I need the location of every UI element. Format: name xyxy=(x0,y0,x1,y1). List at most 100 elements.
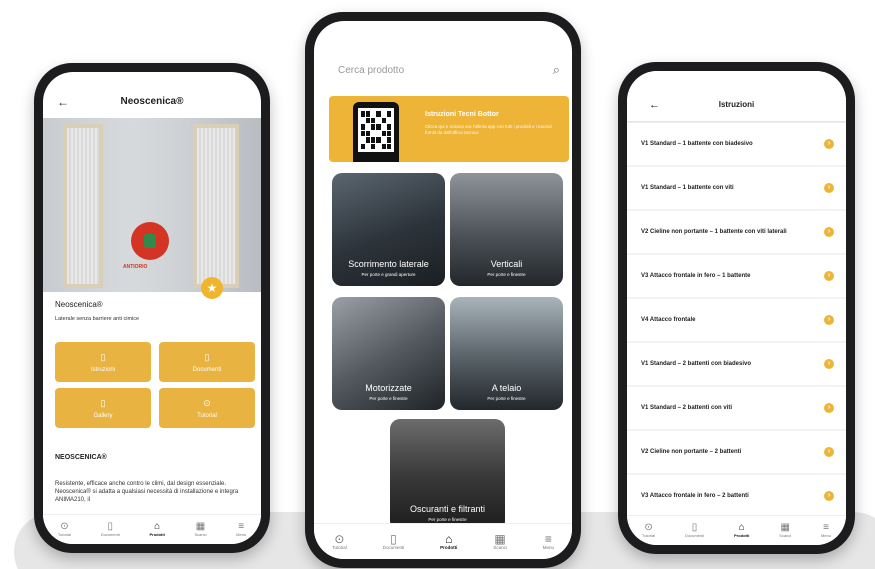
star-icon[interactable]: ★ xyxy=(201,277,223,299)
document-icon: ▯ xyxy=(107,521,113,532)
list-item-label: V4 Attacco frontale xyxy=(641,317,696,323)
plus-icon[interactable]: › xyxy=(824,271,834,281)
tab-menu[interactable]: ≡ Menu xyxy=(821,522,832,539)
section-body: Resistente, efficace anche contro le cli… xyxy=(55,481,239,503)
search-input[interactable]: Cerca prodotto xyxy=(338,65,404,76)
plus-icon[interactable]: › xyxy=(824,315,834,325)
promo-title: Istruzioni Tecni Bottor xyxy=(425,111,499,118)
tab-label: Tutorial xyxy=(641,533,656,538)
category-verticali[interactable]: Verticali Per porte e finestre xyxy=(450,173,563,286)
product-name: Neoscenica® xyxy=(55,300,103,309)
plus-icon[interactable]: › xyxy=(824,359,834,369)
tab-scanci[interactable]: ▦ Scanci xyxy=(779,522,791,539)
search-icon[interactable]: ⌕ xyxy=(553,62,560,78)
home-icon: ⌂ xyxy=(445,532,453,546)
door-frame-left xyxy=(63,124,103,288)
tab-label: Documenti xyxy=(100,532,120,537)
tab-label: Prodotti xyxy=(149,532,165,537)
instructions-list: V1 Standard – 1 battente con biadesivo › … xyxy=(627,123,846,519)
category-title: Scorrimento laterale xyxy=(348,259,429,269)
tile-label: Tutorial xyxy=(197,412,217,419)
list-item[interactable]: V1 Standard – 1 battente con viti › xyxy=(627,167,846,209)
tab-tutorial[interactable]: ⊙ Tutorial xyxy=(332,533,347,550)
list-item-label: V3 Attacco frontale in fero – 1 battente xyxy=(641,273,751,279)
menu-icon: ≡ xyxy=(544,532,552,546)
tab-prodotti[interactable]: ⌂ Prodotti xyxy=(733,522,750,539)
tile-istruzioni[interactable]: ▯ Istruzioni xyxy=(55,342,151,382)
plus-icon[interactable]: › xyxy=(824,447,834,457)
list-item[interactable]: V1 Standard – 2 battenti con biadesivo › xyxy=(627,343,846,385)
category-a-telaio[interactable]: A telaio Per porte e finestre xyxy=(450,297,563,410)
section-title: NEOSCENICA® xyxy=(55,454,107,461)
product-detail-screen: ← Neoscenica® ANTIORIO ★ Neoscenica® Lat… xyxy=(43,72,261,544)
tab-documenti[interactable]: ▯ Documenti xyxy=(383,533,405,550)
category-title: A telaio xyxy=(491,383,522,393)
qr-code-icon xyxy=(358,108,394,152)
plus-icon[interactable]: › xyxy=(824,491,834,501)
category-subtitle: Per porte e finestre xyxy=(428,517,467,522)
tab-label: Menu xyxy=(542,545,555,550)
category-title: Verticali xyxy=(490,259,523,269)
plus-icon[interactable]: › xyxy=(824,183,834,193)
list-item-label: V1 Standard – 1 battente con biadesivo xyxy=(641,141,753,147)
list-item[interactable]: V4 Attacco frontale › xyxy=(627,299,846,341)
tab-label: Documenti xyxy=(382,545,405,550)
list-item[interactable]: V1 Standard – 1 battente con biadesivo › xyxy=(627,123,846,165)
list-item[interactable]: V1 Standard – 2 battenti con viti › xyxy=(627,387,846,429)
tab-menu[interactable]: ≡ Menu xyxy=(543,533,554,550)
search-bar[interactable]: Cerca prodotto ⌕ xyxy=(338,55,560,85)
tab-scanci[interactable]: ▦ Scanci xyxy=(194,521,207,538)
category-scorrimento-laterale[interactable]: Scorrimento laterale Per porte e grandi … xyxy=(332,173,445,286)
tile-tutorial[interactable]: ⊙ Tutorial xyxy=(159,388,255,428)
list-item[interactable]: V2 Cieline non portante – 2 battenti › xyxy=(627,431,846,473)
tab-prodotti[interactable]: ⌂ Prodotti xyxy=(440,533,457,550)
plus-icon[interactable]: › xyxy=(824,227,834,237)
document-icon: ▯ xyxy=(204,351,210,362)
instructions-screen: ← Istruzioni V1 Standard – 1 battente co… xyxy=(627,71,846,545)
tab-tutorial[interactable]: ⊙ Tutorial xyxy=(641,523,656,539)
home-icon: ⌂ xyxy=(738,522,745,533)
plus-icon[interactable]: › xyxy=(824,139,834,149)
phone-instructions: ← Istruzioni V1 Standard – 1 battente co… xyxy=(618,62,855,554)
list-item[interactable]: V3 Attacco frontale in fero – 1 battente… xyxy=(627,255,846,297)
tab-prodotti[interactable]: ⌂ Prodotti xyxy=(149,522,165,538)
tab-label: Scanci xyxy=(493,545,507,550)
category-motorizzate[interactable]: Motorizzate Per porte e finestre xyxy=(332,297,445,410)
tile-gallery[interactable]: ▯ Gallery xyxy=(55,388,151,428)
alert-button[interactable] xyxy=(131,222,169,260)
grid-icon: ▦ xyxy=(780,522,790,533)
page-title: Istruzioni xyxy=(718,100,755,109)
page-title: Neoscenica® xyxy=(120,96,184,107)
tab-label: Prodotti xyxy=(440,545,458,550)
category-subtitle: Per porte e grandi aperture xyxy=(361,272,416,277)
catalog-screen: Cerca prodotto ⌕ Istruzioni Tecni Bottor… xyxy=(314,21,572,559)
document-icon: ▯ xyxy=(691,522,698,533)
list-item[interactable]: V2 Cieline non portante – 1 battente con… xyxy=(627,211,846,253)
menu-icon: ≡ xyxy=(823,522,829,533)
category-oscuranti-e-filtranti[interactable]: Oscuranti e filtranti Per porte e finest… xyxy=(390,419,505,531)
list-item-label: V2 Cieline non portante – 1 battente con… xyxy=(641,229,787,235)
plus-icon[interactable]: › xyxy=(824,403,834,413)
grid-icon: ▦ xyxy=(195,521,206,532)
tile-documenti[interactable]: ▯ Documenti xyxy=(159,342,255,382)
tab-bar: ⊙ Tutorial ▯ Documenti ⌂ Prodotti ▦ Scanci ≡… xyxy=(43,514,261,544)
play-icon: ⊙ xyxy=(334,532,345,546)
tab-tutorial[interactable]: ⊙ Tutorial xyxy=(58,522,71,538)
tab-documenti[interactable]: ▯ Documenti xyxy=(685,522,704,539)
tab-label: Menu xyxy=(821,533,832,538)
menu-icon: ≡ xyxy=(238,521,245,532)
promo-banner[interactable]: Istruzioni Tecni Bottor Clicca qui e sca… xyxy=(329,96,569,162)
tab-scanci[interactable]: ▦ Scanci xyxy=(493,533,507,550)
tab-menu[interactable]: ≡ Menu xyxy=(236,521,246,538)
tile-label: Istruzioni xyxy=(90,366,115,373)
document-icon: ▯ xyxy=(390,532,397,546)
category-subtitle: Per porte e finestre xyxy=(369,396,408,401)
tab-label: Prodotti xyxy=(733,533,750,538)
image-icon: ▯ xyxy=(100,397,106,408)
tab-label: Scanci xyxy=(194,532,207,537)
tab-label: Tutorial xyxy=(331,545,347,550)
tab-documenti[interactable]: ▯ Documenti xyxy=(100,521,120,538)
book-icon: ▯ xyxy=(100,351,106,362)
tile-label: Gallery xyxy=(93,412,113,419)
list-item[interactable]: V3 Attacco frontale in fero – 2 battenti… xyxy=(627,475,846,517)
